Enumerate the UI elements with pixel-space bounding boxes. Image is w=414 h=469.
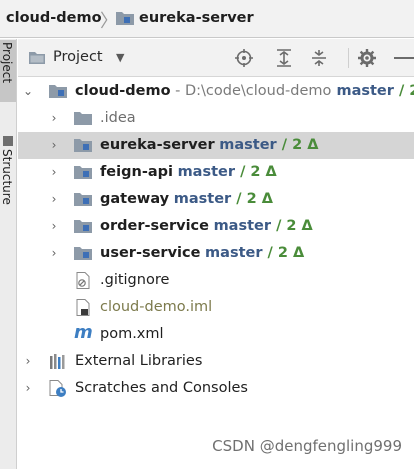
module-folder-icon [74,193,92,206]
collapsed-arrow-icon[interactable]: › [48,219,60,233]
root-delta: / 2 [398,83,414,99]
module-delta: / 2 Δ [231,191,273,207]
root-name: cloud-demo [75,83,171,99]
tree-row-module[interactable]: › user-service master / 2 Δ [18,240,414,267]
idea-label: .idea [100,110,136,126]
module-name: eureka-server [100,137,215,153]
module-folder-icon [74,139,92,152]
tree-row-module[interactable]: › gateway master / 2 Δ [18,186,414,213]
collapsed-arrow-icon[interactable]: › [48,111,60,125]
expanded-arrow-icon[interactable]: ⌄ [22,84,34,98]
scratches-label: Scratches and Consoles [75,380,248,396]
tree-row-iml[interactable]: cloud-demo.iml [18,294,414,321]
collapse-all-icon[interactable] [309,48,329,68]
tree-row-gitignore[interactable]: .gitignore [18,267,414,294]
project-folder-icon [29,52,45,64]
collapsed-arrow-icon[interactable]: › [48,138,60,152]
tree-row-external-libraries[interactable]: › External Libraries [18,348,414,375]
collapsed-arrow-icon[interactable]: › [48,246,60,260]
module-name: order-service [100,218,209,234]
view-dropdown-icon[interactable]: ▼ [116,51,124,64]
tree-row-module[interactable]: › feign-api master / 2 Δ [18,159,414,186]
ignore-file-icon [76,272,90,289]
tab-structure[interactable]: Structure [0,147,16,257]
scratches-icon [49,380,66,397]
module-branch: master [219,137,277,153]
watermark: CSDN @dengfengling999 [212,437,402,455]
module-file-icon [76,299,90,316]
breadcrumb-project[interactable]: cloud-demo [6,10,102,26]
module-name: gateway [100,191,170,207]
module-name: feign-api [100,164,173,180]
collapsed-arrow-icon[interactable]: › [22,381,34,395]
pom-label: pom.xml [100,326,164,342]
iml-label: cloud-demo.iml [100,299,213,315]
module-name: user-service [100,245,201,261]
tree-row-module[interactable]: › eureka-server master / 2 Δ [18,132,414,159]
tree-row-root[interactable]: ⌄ cloud-demo - D:\code\cloud-demo master… [18,78,414,105]
tab-project[interactable]: Project [0,40,16,102]
project-pane-header: Project ▼ [18,39,414,77]
module-folder-icon [116,12,134,25]
hide-icon[interactable] [392,48,414,68]
module-delta: / 2 Δ [276,137,319,153]
header-divider [348,48,349,68]
tree-row-module[interactable]: › order-service master / 2 Δ [18,213,414,240]
module-folder-icon [74,166,92,179]
collapsed-arrow-icon[interactable]: › [22,354,34,368]
collapsed-arrow-icon[interactable]: › [48,165,60,179]
maven-icon: m [74,322,93,343]
breadcrumb-module[interactable]: eureka-server [139,10,254,26]
root-branch: master [331,83,394,99]
module-branch: master [177,164,236,180]
module-branch: master [213,218,272,234]
tab-structure-label: Structure [0,149,14,205]
navigation-bar: cloud-demo 〉 eureka-server [0,0,414,38]
external-libraries-label: External Libraries [75,353,203,369]
tree-row-pom[interactable]: m pom.xml [18,321,414,348]
tree-row-scratches[interactable]: › Scratches and Consoles [18,375,414,402]
tree-row-idea[interactable]: › .idea [18,105,414,132]
settings-gear-icon[interactable] [357,48,377,68]
module-delta: / 2 Δ [262,245,305,261]
root-path: - D:\code\cloud-demo [170,83,332,99]
module-delta: / 2 Δ [235,164,277,180]
module-folder-icon [49,85,67,98]
structure-icon [3,136,13,146]
tab-project-label: Project [0,42,14,84]
expand-all-icon[interactable] [274,48,294,68]
pane-title[interactable]: Project [53,49,103,65]
folder-icon [74,112,92,125]
module-folder-icon [74,247,92,260]
module-delta: / 2 Δ [271,218,313,234]
module-branch: master [205,245,263,261]
locate-icon[interactable] [234,48,254,68]
module-branch: master [173,191,232,207]
left-tool-strip: Project Structure [0,39,17,469]
gitignore-label: .gitignore [100,272,170,288]
libraries-icon [50,354,65,369]
project-tree: ⌄ cloud-demo - D:\code\cloud-demo master… [18,78,414,469]
module-folder-icon [74,220,92,233]
collapsed-arrow-icon[interactable]: › [48,192,60,206]
